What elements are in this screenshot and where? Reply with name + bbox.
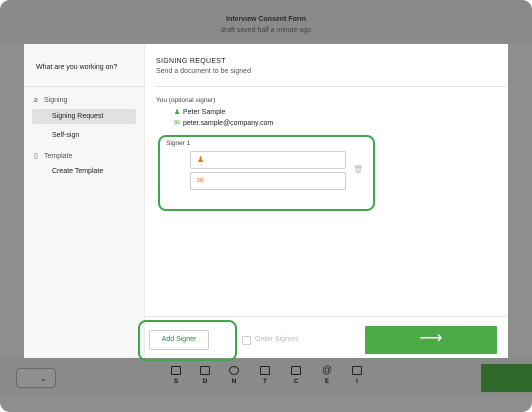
tool-key: I: [356, 379, 358, 385]
signer-label: Signer 1: [166, 140, 191, 147]
section-label: Signing: [44, 97, 68, 104]
tool-text[interactable]: T: [256, 366, 274, 385]
you-name: Peter Sample: [183, 109, 226, 116]
person-icon: [229, 366, 239, 375]
trash-icon[interactable]: 🗑: [353, 165, 363, 174]
sidebar-item-signing-request[interactable]: Signing Request: [32, 109, 136, 124]
save-status: draft saved half a minute ago: [220, 27, 312, 34]
divider: [24, 86, 145, 87]
send-corner-button[interactable]: [481, 364, 532, 392]
text-field-icon: [260, 366, 270, 375]
page-select[interactable]: ⌄: [16, 368, 56, 388]
you-name-row: ♟ Peter Sample: [174, 108, 225, 116]
chevron-down-icon: ⌄: [39, 373, 47, 383]
tool-checkbox[interactable]: C: [287, 366, 305, 385]
envelope-icon: ✉: [197, 176, 204, 185]
page-title: SIGNING REQUEST: [156, 58, 226, 65]
divider: [156, 86, 506, 87]
sidebar-item-create-template[interactable]: Create Template: [32, 164, 136, 179]
tool-date[interactable]: D: [196, 366, 214, 385]
add-signer-button[interactable]: Add Signer: [149, 330, 209, 350]
signer-card: Signer 1 ♟ ✉ 🗑: [158, 135, 375, 211]
tool-key: D: [202, 379, 208, 385]
tool-signature[interactable]: S: [167, 366, 185, 385]
you-email-row: ✉ peter.sample@company.com: [174, 119, 273, 127]
tool-key: T: [263, 379, 267, 385]
at-email-icon: @: [322, 365, 333, 376]
signature-icon: [171, 366, 181, 375]
new-document-modal: What are you working on? ≥ Signing Signin…: [24, 44, 508, 361]
order-signers-checkbox[interactable]: [242, 336, 251, 345]
sidebar-section-signing: ≥ Signing: [34, 97, 67, 104]
add-signer-highlight: Add Signer: [138, 320, 237, 361]
initials-icon: [352, 366, 362, 375]
tool-initials[interactable]: I: [348, 366, 366, 385]
you-label: You (optional signer): [156, 97, 216, 104]
document-title: Interview Consent Form: [226, 16, 306, 23]
main-panel: SIGNING REQUEST Send a document to be si…: [138, 44, 508, 361]
signer-name-field[interactable]: ♟: [190, 151, 346, 169]
sidebar-section-template: ▯ Template: [34, 152, 72, 160]
document-header: Interview Consent Form draft saved half …: [0, 0, 532, 44]
tool-name[interactable]: N: [225, 366, 243, 385]
document-icon: ▯: [34, 153, 38, 160]
tool-email[interactable]: @ E: [318, 365, 336, 386]
you-email: peter.sample@company.com: [183, 120, 274, 127]
sidebar-item-self-sign[interactable]: Self-sign: [32, 128, 136, 143]
app-window: Interview Consent Form draft saved half …: [0, 0, 532, 412]
tool-key: C: [293, 379, 299, 385]
sidebar-heading: What are you working on?: [36, 64, 118, 71]
modal-footer: Add Signer Order Signers ⟶: [138, 316, 508, 361]
next-button[interactable]: ⟶: [365, 326, 497, 354]
page-subtitle: Send a document to be signed: [156, 68, 251, 75]
order-signers-label: Order Signers: [255, 336, 299, 343]
checkbox-icon: [291, 366, 301, 375]
person-icon: ♟: [174, 109, 181, 116]
arrow-right-icon: ⟶: [419, 330, 443, 347]
calendar-icon: [200, 366, 210, 375]
signer-email-field[interactable]: ✉: [190, 172, 346, 190]
sidebar-item-label: Self-sign: [52, 132, 80, 139]
pen-icon: ≥: [34, 97, 38, 104]
section-label: Template: [44, 153, 73, 160]
sidebar-item-label: Create Template: [52, 168, 104, 175]
tool-key: S: [173, 379, 178, 385]
person-icon: ♟: [197, 155, 205, 164]
tool-key: E: [324, 379, 329, 385]
sidebar: What are you working on? ≥ Signing Signin…: [24, 44, 145, 358]
tool-key: N: [231, 379, 237, 385]
envelope-icon: ✉: [174, 120, 180, 127]
sidebar-item-label: Signing Request: [52, 113, 104, 120]
